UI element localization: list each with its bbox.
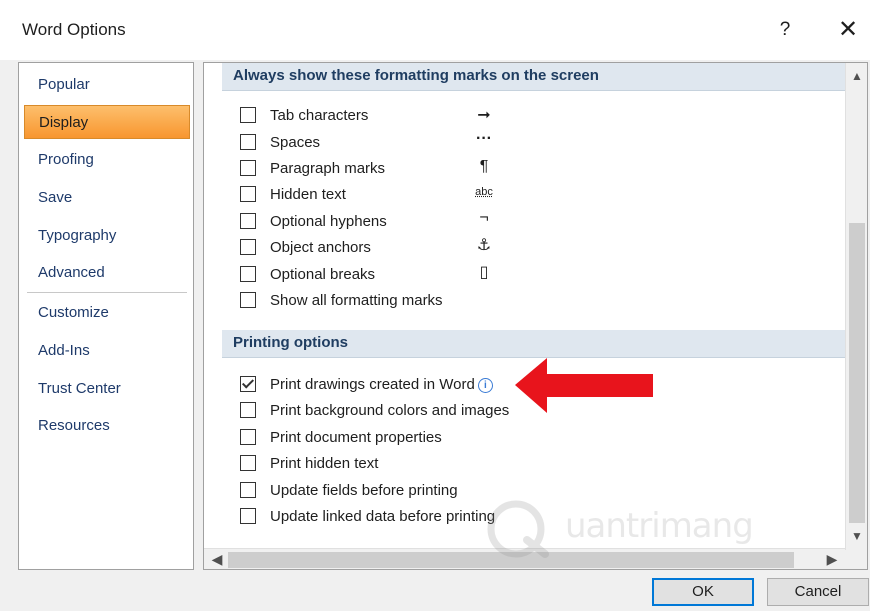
checkbox[interactable] bbox=[240, 186, 256, 202]
checkbox-checked[interactable] bbox=[240, 376, 256, 392]
option-label: Spaces bbox=[270, 133, 321, 151]
optional-hyphen-icon: ¬ bbox=[479, 209, 489, 226]
sidebar-item-customize[interactable]: Customize bbox=[19, 296, 193, 330]
printing-options-header: Printing options bbox=[222, 330, 846, 358]
checkbox[interactable] bbox=[240, 455, 256, 471]
option-update-fields[interactable]: Update fields before printing bbox=[240, 479, 458, 501]
options-content-pane: Always show these formatting marks on th… bbox=[203, 62, 868, 570]
option-label: Hidden text bbox=[270, 185, 346, 203]
horizontal-scroll-thumb[interactable] bbox=[228, 552, 794, 568]
option-show-all-formatting-marks[interactable]: Show all formatting marks bbox=[240, 289, 443, 311]
scroll-right-icon[interactable]: ▶ bbox=[821, 549, 843, 569]
checkbox[interactable] bbox=[240, 239, 256, 255]
option-print-hidden-text[interactable]: Print hidden text bbox=[240, 452, 378, 474]
option-label: Show all formatting marks bbox=[270, 291, 443, 309]
close-button[interactable]: ✕ bbox=[832, 14, 864, 46]
option-label: Update fields before printing bbox=[270, 481, 458, 499]
sidebar-item-proofing[interactable]: Proofing bbox=[19, 143, 193, 177]
space-dots-icon: ··· bbox=[476, 130, 492, 147]
option-optional-breaks[interactable]: Optional breaks bbox=[240, 263, 375, 285]
horizontal-scrollbar[interactable]: ◀ ▶ bbox=[204, 548, 845, 569]
sidebar-item-typography[interactable]: Typography bbox=[19, 219, 193, 253]
sidebar-item-display[interactable]: Display bbox=[24, 105, 190, 139]
anchor-icon: ⚓ bbox=[476, 237, 492, 254]
optional-break-icon: ▯ bbox=[479, 264, 489, 281]
checkbox[interactable] bbox=[240, 292, 256, 308]
checkbox[interactable] bbox=[240, 107, 256, 123]
option-label: Print drawings created in Word i bbox=[270, 376, 493, 393]
option-tab-characters[interactable]: Tab characters bbox=[240, 104, 368, 126]
option-label: Print hidden text bbox=[270, 454, 379, 472]
option-hidden-text[interactable]: Hidden text bbox=[240, 183, 346, 205]
option-update-linked-data[interactable]: Update linked data before printing bbox=[240, 505, 495, 527]
option-label: Print background colors and images bbox=[270, 401, 510, 419]
scroll-left-icon[interactable]: ◀ bbox=[206, 549, 228, 569]
option-label: Optional breaks bbox=[270, 265, 376, 283]
red-arrow-annotation-icon bbox=[515, 358, 653, 413]
sidebar-item-save[interactable]: Save bbox=[19, 181, 193, 215]
option-label: Print document properties bbox=[270, 428, 442, 446]
checkbox[interactable] bbox=[240, 508, 256, 524]
vertical-scroll-thumb[interactable] bbox=[849, 223, 865, 523]
option-optional-hyphens[interactable]: Optional hyphens bbox=[240, 210, 387, 232]
checkbox[interactable] bbox=[240, 134, 256, 150]
ok-button[interactable]: OK bbox=[652, 578, 754, 606]
option-object-anchors[interactable]: Object anchors bbox=[240, 236, 371, 258]
scroll-up-icon[interactable]: ▲ bbox=[846, 65, 867, 87]
checkbox[interactable] bbox=[240, 482, 256, 498]
checkbox[interactable] bbox=[240, 160, 256, 176]
option-print-document-properties[interactable]: Print document properties bbox=[240, 426, 442, 448]
sidebar-separator bbox=[27, 292, 187, 293]
option-label: Optional hyphens bbox=[270, 212, 387, 230]
option-label: Paragraph marks bbox=[270, 159, 386, 177]
checkbox[interactable] bbox=[240, 213, 256, 229]
cancel-button[interactable]: Cancel bbox=[767, 578, 869, 606]
scroll-down-icon[interactable]: ▼ bbox=[846, 525, 867, 547]
window-title: Word Options bbox=[22, 20, 126, 39]
help-button[interactable]: ? bbox=[770, 14, 800, 46]
title-bar: Word Options ? ✕ bbox=[0, 0, 870, 60]
sidebar-item-trust-center[interactable]: Trust Center bbox=[19, 372, 193, 406]
sidebar-item-popular[interactable]: Popular bbox=[19, 68, 193, 102]
vertical-scrollbar[interactable]: ▲ ▼ bbox=[845, 63, 867, 550]
checkbox[interactable] bbox=[240, 429, 256, 445]
formatting-marks-header: Always show these formatting marks on th… bbox=[222, 63, 846, 91]
option-spaces[interactable]: Spaces bbox=[240, 131, 320, 153]
hidden-text-icon: abc bbox=[475, 186, 493, 198]
sidebar-item-advanced[interactable]: Advanced bbox=[19, 256, 193, 290]
option-label-text: Print drawings created in Word bbox=[270, 375, 475, 393]
option-paragraph-marks[interactable]: Paragraph marks bbox=[240, 157, 385, 179]
option-print-drawings[interactable]: Print drawings created in Word i bbox=[240, 373, 493, 395]
pilcrow-icon: ¶ bbox=[479, 158, 489, 175]
option-print-background[interactable]: Print background colors and images bbox=[240, 399, 509, 421]
checkbox[interactable] bbox=[240, 402, 256, 418]
sidebar: Popular Display Proofing Save Typography… bbox=[18, 62, 194, 570]
option-label: Tab characters bbox=[270, 106, 369, 124]
scrollbar-corner bbox=[845, 550, 867, 569]
option-label: Object anchors bbox=[270, 238, 371, 256]
sidebar-item-add-ins[interactable]: Add-Ins bbox=[19, 334, 193, 368]
option-label: Update linked data before printing bbox=[270, 507, 496, 525]
sidebar-item-resources[interactable]: Resources bbox=[19, 409, 193, 443]
info-icon[interactable]: i bbox=[477, 377, 493, 393]
checkbox[interactable] bbox=[240, 266, 256, 282]
tab-arrow-icon: ➞ bbox=[477, 107, 491, 124]
